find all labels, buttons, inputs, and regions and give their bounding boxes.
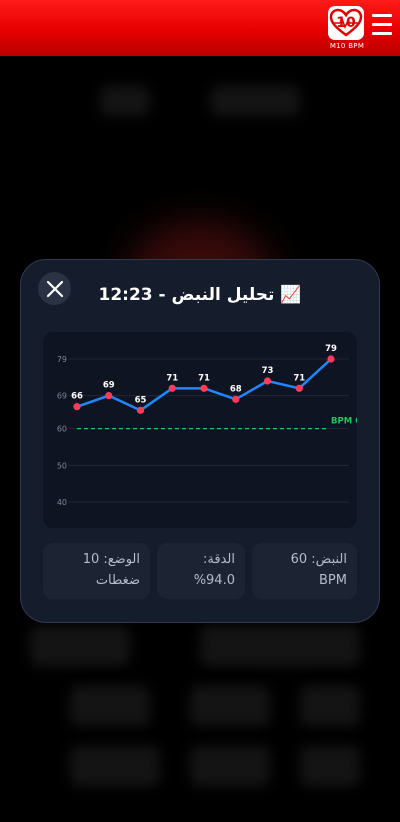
y-tick-label: 60 [57, 425, 67, 434]
pulse-series-line [76, 358, 332, 412]
blurred-element [300, 746, 360, 786]
data-label: 69 [103, 381, 115, 391]
stats-row: النبض: 60 BPM الدقة: %94.0 الوضع: 10 ضغط… [43, 543, 357, 599]
data-label: 71 [166, 373, 178, 383]
data-point [200, 384, 208, 392]
data-point [327, 355, 335, 363]
close-button[interactable] [38, 272, 71, 305]
data-label: 71 [293, 373, 305, 383]
chart-trend-icon: 📈 [280, 285, 302, 305]
close-icon [46, 280, 63, 297]
pulse-chart: 40 50 60 69 79 BPM 6 66 69 65 71 71 68 73 71 79 [43, 332, 357, 528]
data-label: 79 [325, 344, 337, 354]
pulse-chart-svg: 40 50 60 69 79 BPM 6 66 69 65 71 71 68 73 71 79 [57, 344, 357, 507]
stat-mode: الوضع: 10 ضغطات [43, 543, 150, 599]
data-label: 66 [71, 392, 83, 402]
data-point [168, 384, 176, 392]
blurred-element [300, 686, 360, 726]
blurred-element [70, 686, 150, 726]
data-label: 73 [262, 366, 274, 376]
data-label: 71 [198, 373, 210, 383]
app-logo: 10 M10 BPM [328, 6, 366, 52]
data-point [263, 377, 272, 385]
logo-caption: M10 BPM [329, 42, 365, 50]
modal-title-text: تحليل النبض - 12:23 [98, 285, 275, 305]
stat-pulse: النبض: 60 BPM [252, 543, 357, 599]
y-tick-label: 79 [57, 355, 67, 364]
data-point [73, 403, 81, 411]
y-tick-label: 50 [57, 461, 67, 470]
data-point [295, 384, 303, 392]
blurred-element [100, 86, 150, 116]
reference-label: BPM 6 [331, 417, 357, 427]
data-point [232, 395, 240, 403]
stat-accuracy-label: الدقة: [203, 552, 235, 567]
app-header: 10 M10 BPM [0, 0, 400, 56]
stat-mode-value: ضغطات [95, 573, 140, 588]
stat-pulse-label: النبض: 60 [290, 552, 347, 567]
data-point [105, 392, 113, 400]
stat-mode-label: الوضع: 10 [82, 552, 140, 567]
blurred-element [190, 746, 270, 786]
blurred-element [190, 686, 270, 726]
blurred-element [70, 746, 160, 786]
blurred-element [30, 626, 130, 666]
y-tick-label: 40 [57, 498, 67, 507]
blurred-element [210, 86, 300, 116]
data-label: 68 [230, 384, 242, 394]
hamburger-menu-icon[interactable] [372, 14, 392, 36]
pulse-analysis-modal: 📈 تحليل النبض - 12:23 40 50 60 69 79 BPM 6 66 6… [20, 259, 380, 623]
logo-number: 10 [336, 15, 356, 31]
stat-accuracy: الدقة: %94.0 [157, 543, 245, 599]
heart-logo-icon: 10 [328, 6, 364, 40]
stat-accuracy-value: %94.0 [193, 573, 235, 588]
data-point [136, 406, 145, 414]
blurred-element [200, 626, 360, 666]
modal-title: 📈 تحليل النبض - 12:23 [81, 285, 319, 305]
data-label: 65 [135, 395, 147, 405]
stat-pulse-value: BPM [319, 573, 347, 588]
y-tick-label: 69 [57, 392, 67, 401]
